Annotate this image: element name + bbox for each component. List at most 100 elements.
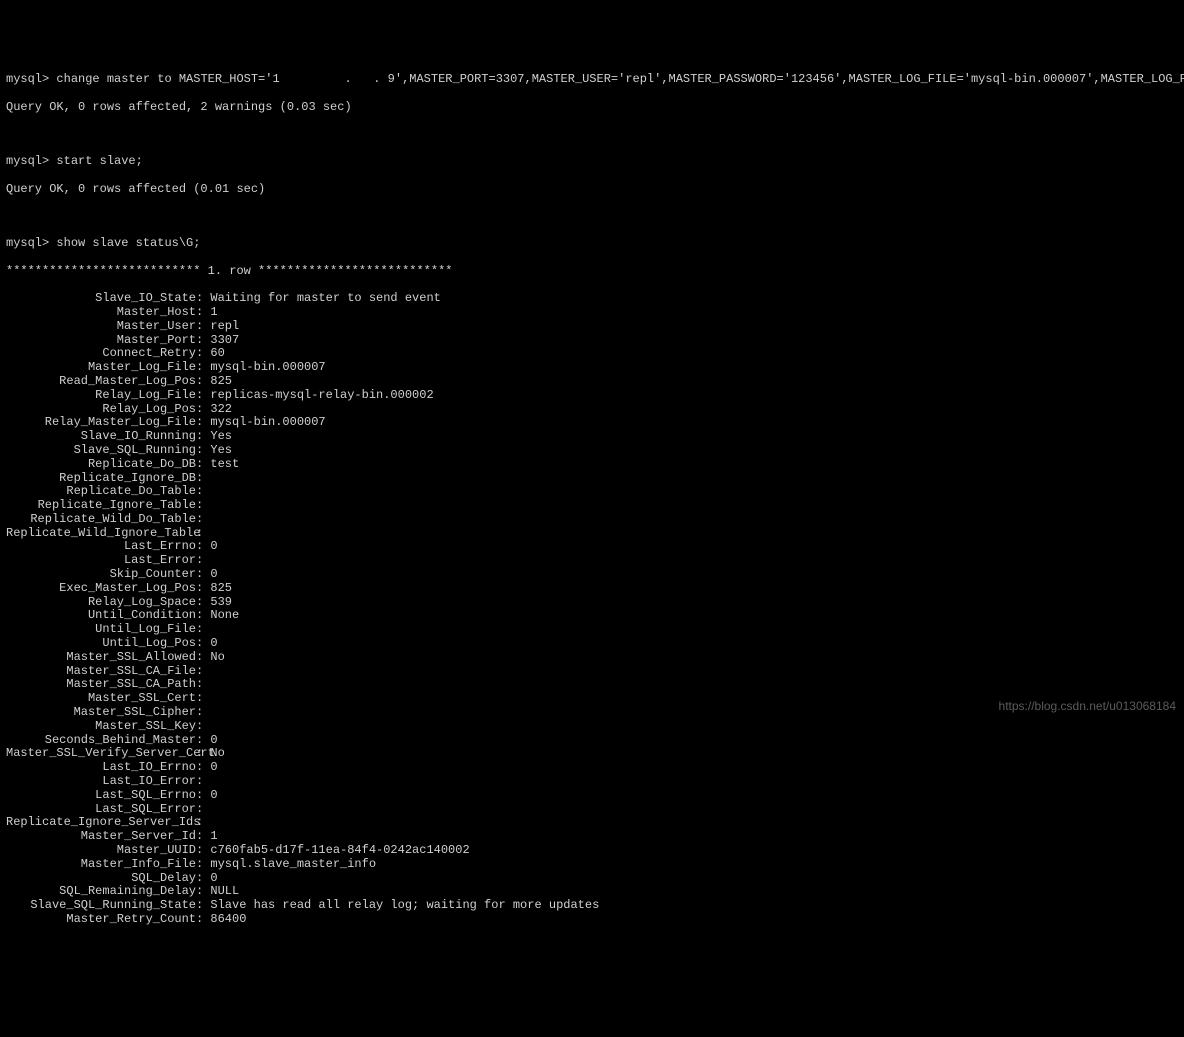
status-label: Master_Info_File <box>6 858 196 872</box>
colon-separator: : <box>196 664 210 678</box>
terminal-output[interactable]: mysql> change master to MASTER_HOST='1 .… <box>6 59 1178 940</box>
status-row: Replicate_Wild_Do_Table: <box>6 513 1178 527</box>
status-row: Last_Error: <box>6 554 1178 568</box>
status-row: Slave_SQL_Running: Yes <box>6 444 1178 458</box>
status-row: Slave_SQL_Running_State: Slave has read … <box>6 899 1178 913</box>
status-value: Slave has read all relay log; waiting fo… <box>210 898 599 912</box>
status-label: Until_Log_File <box>6 623 196 637</box>
prompt: mysql> <box>6 236 56 250</box>
status-label: Relay_Log_Space <box>6 596 196 610</box>
colon-separator: : <box>196 636 210 650</box>
status-row: Relay_Log_Space: 539 <box>6 596 1178 610</box>
status-value: NULL <box>210 884 239 898</box>
status-label: SQL_Remaining_Delay <box>6 885 196 899</box>
status-value: 0 <box>210 760 217 774</box>
status-value: 1 <box>210 829 217 843</box>
colon-separator: : <box>196 333 210 347</box>
status-value: No <box>210 650 224 664</box>
colon-separator: : <box>196 291 210 305</box>
colon-separator: : <box>196 374 210 388</box>
colon-separator: : <box>196 760 210 774</box>
blank-line <box>6 128 1178 141</box>
status-label: SQL_Delay <box>6 872 196 886</box>
status-label: Replicate_Wild_Do_Table <box>6 513 196 527</box>
status-label: Master_User <box>6 320 196 334</box>
colon-separator: : <box>196 857 210 871</box>
status-row: Master_User: repl <box>6 320 1178 334</box>
status-row: Master_SSL_Key: <box>6 720 1178 734</box>
status-label: Relay_Log_Pos <box>6 403 196 417</box>
status-label: Last_IO_Error <box>6 775 196 789</box>
status-value: 322 <box>210 402 232 416</box>
status-value: 539 <box>210 595 232 609</box>
status-row: Relay_Log_File: replicas-mysql-relay-bin… <box>6 389 1178 403</box>
status-row: Until_Log_Pos: 0 <box>6 637 1178 651</box>
status-label: Master_SSL_CA_File <box>6 665 196 679</box>
status-label: Slave_IO_Running <box>6 430 196 444</box>
status-row: Last_SQL_Error: <box>6 803 1178 817</box>
command-text: start slave; <box>56 154 142 168</box>
status-value: 0 <box>210 871 217 885</box>
status-label: Master_UUID <box>6 844 196 858</box>
status-value: 825 <box>210 374 232 388</box>
status-value: Yes <box>210 429 232 443</box>
status-row: Master_Server_Id: 1 <box>6 830 1178 844</box>
status-row: Exec_Master_Log_Pos: 825 <box>6 582 1178 596</box>
status-row: Master_Retry_Count: 86400 <box>6 913 1178 927</box>
status-label: Until_Log_Pos <box>6 637 196 651</box>
colon-separator: : <box>196 815 210 829</box>
status-row: Read_Master_Log_Pos: 825 <box>6 375 1178 389</box>
colon-separator: : <box>196 774 210 788</box>
status-row: Master_SSL_Verify_Server_Cert: No <box>6 747 1178 761</box>
status-row: Master_Port: 3307 <box>6 334 1178 348</box>
command-text: change master to MASTER_HOST='1 . . 9',M… <box>56 72 1184 86</box>
status-label: Replicate_Ignore_DB <box>6 472 196 486</box>
status-value: 3307 <box>210 333 239 347</box>
status-label: Master_SSL_Cert <box>6 692 196 706</box>
status-value: 0 <box>210 539 217 553</box>
colon-separator: : <box>196 457 210 471</box>
status-label: Until_Condition <box>6 609 196 623</box>
status-row: Relay_Master_Log_File: mysql-bin.000007 <box>6 416 1178 430</box>
status-row: SQL_Remaining_Delay: NULL <box>6 885 1178 899</box>
status-value: Yes <box>210 443 232 457</box>
status-value: 0 <box>210 636 217 650</box>
colon-separator: : <box>196 871 210 885</box>
colon-separator: : <box>196 553 210 567</box>
status-row: Replicate_Ignore_DB: <box>6 472 1178 486</box>
colon-separator: : <box>196 539 210 553</box>
status-label: Last_Errno <box>6 540 196 554</box>
status-row: Slave_IO_Running: Yes <box>6 430 1178 444</box>
status-label: Master_Port <box>6 334 196 348</box>
colon-separator: : <box>196 526 210 540</box>
command-line-3: mysql> show slave status\G; <box>6 237 1178 251</box>
status-label: Slave_IO_State <box>6 292 196 306</box>
command-line-1: mysql> change master to MASTER_HOST='1 .… <box>6 73 1178 87</box>
status-value: replicas-mysql-relay-bin.000002 <box>210 388 433 402</box>
colon-separator: : <box>196 305 210 319</box>
status-row: Last_Errno: 0 <box>6 540 1178 554</box>
status-row: Last_IO_Error: <box>6 775 1178 789</box>
status-value: mysql-bin.000007 <box>210 415 325 429</box>
status-value: repl <box>210 319 239 333</box>
prompt: mysql> <box>6 72 56 86</box>
status-row: Skip_Counter: 0 <box>6 568 1178 582</box>
status-row: Replicate_Ignore_Server_Ids: <box>6 816 1178 830</box>
status-label: Replicate_Ignore_Table <box>6 499 196 513</box>
blank-line <box>6 210 1178 223</box>
status-row: Master_SSL_CA_File: <box>6 665 1178 679</box>
colon-separator: : <box>196 677 210 691</box>
status-label: Replicate_Wild_Ignore_Table <box>6 527 196 541</box>
status-label: Master_Host <box>6 306 196 320</box>
status-value: test <box>210 457 239 471</box>
colon-separator: : <box>196 415 210 429</box>
status-value: 86400 <box>210 912 246 926</box>
colon-separator: : <box>196 788 210 802</box>
colon-separator: : <box>196 650 210 664</box>
colon-separator: : <box>196 498 210 512</box>
status-row: Replicate_Ignore_Table: <box>6 499 1178 513</box>
command-text: show slave status\G; <box>56 236 200 250</box>
prompt: mysql> <box>6 154 56 168</box>
status-label: Master_Retry_Count <box>6 913 196 927</box>
colon-separator: : <box>196 912 210 926</box>
